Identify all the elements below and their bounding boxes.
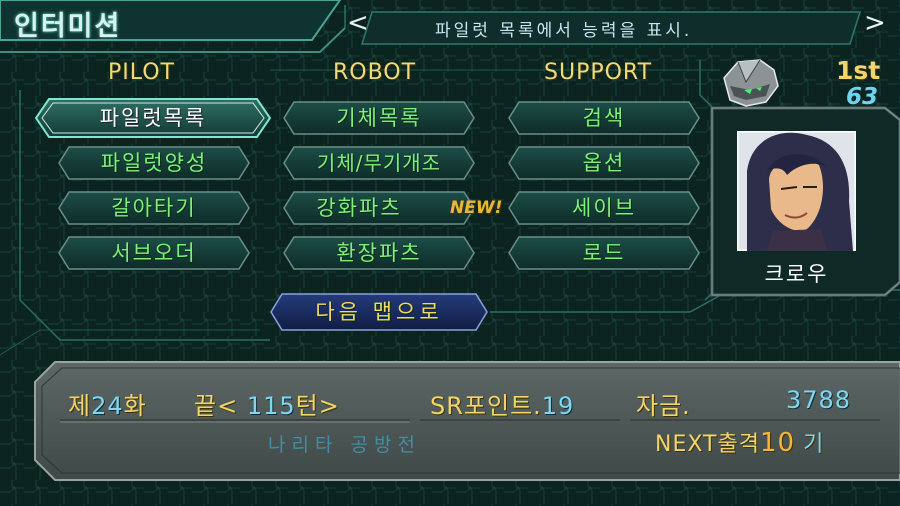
money-label: 자금. xyxy=(636,392,691,420)
episode-number: 24 xyxy=(91,392,124,420)
turn-limit-info: 끝< 115턴> xyxy=(194,386,340,421)
menu-save-button[interactable]: 세이브 xyxy=(508,191,700,225)
column-header-robot: ROBOT xyxy=(333,60,417,85)
menu-enhance-parts-button[interactable]: 강화파츠 xyxy=(283,191,475,225)
menu-swap-parts-label: 환장파츠 xyxy=(336,241,422,265)
menu-robot-upgrade-label: 기체/무기개조 xyxy=(316,151,442,175)
rank-label: 1st xyxy=(836,56,881,85)
sr-points-info: SR포인트.19 xyxy=(430,386,574,421)
next-sortie-label: NEXT출격 xyxy=(655,432,760,457)
menu-transfer-label: 갈아타기 xyxy=(111,196,197,220)
menu-pilot-training-label: 파일럿양성 xyxy=(100,151,208,175)
nav-prev-arrow[interactable]: < xyxy=(347,9,369,37)
menu-robot-list-label: 기체목록 xyxy=(336,106,422,130)
menu-load-button[interactable]: 로드 xyxy=(508,236,700,270)
menu-swap-parts-button[interactable]: 환장파츠 xyxy=(283,236,475,270)
menu-pilot-list-button[interactable]: 파일럿목록 xyxy=(35,98,271,138)
menu-sub-order-button[interactable]: 서브오더 xyxy=(58,236,250,270)
menu-robot-list-button[interactable]: 기체목록 xyxy=(283,101,475,135)
menu-sub-order-label: 서브오더 xyxy=(111,241,197,265)
pilot-portrait xyxy=(737,131,856,251)
turn-limit-number: 115 xyxy=(246,392,296,420)
menu-save-label: 세이브 xyxy=(572,196,636,220)
sr-points-value: 19 xyxy=(541,392,575,420)
nav-next-arrow[interactable]: > xyxy=(864,9,886,37)
robot-head-icon xyxy=(723,59,779,107)
next-sortie-count: 10 xyxy=(759,428,796,458)
money-info: 3788 xyxy=(786,386,851,414)
menu-options-button[interactable]: 옵션 xyxy=(508,146,700,180)
column-header-support: SUPPORT xyxy=(544,60,653,85)
money-value: 3788 xyxy=(786,386,852,414)
turn-limit-suffix: 턴> xyxy=(295,392,340,420)
new-badge: NEW! xyxy=(450,198,503,218)
menu-robot-upgrade-button[interactable]: 기체/무기개조 xyxy=(283,146,475,180)
menu-enhance-parts-label: 강화파츠 xyxy=(316,196,402,220)
episode-info: 제24화 xyxy=(68,386,147,421)
next-map-button[interactable]: 다음 맵으로 xyxy=(270,293,488,331)
episode-suffix: 화 xyxy=(123,392,147,420)
help-text: 파일럿 목록에서 능력을 표시. xyxy=(435,21,693,41)
next-sortie-info: NEXT출격10 기 xyxy=(655,426,824,458)
menu-pilot-list-label: 파일럿목록 xyxy=(99,106,207,130)
rank-value: 63 xyxy=(846,84,879,110)
turn-limit-prefix: 끝< xyxy=(194,392,239,420)
pilot-name: 크로우 xyxy=(764,262,829,286)
sr-points-label: SR포인트. xyxy=(430,392,542,420)
map-name: 나리타 공방전 xyxy=(268,434,421,456)
next-map-label: 다음 맵으로 xyxy=(315,300,443,324)
screen-title: 인터미션 xyxy=(14,11,122,42)
menu-search-label: 검색 xyxy=(582,106,626,130)
menu-pilot-training-button[interactable]: 파일럿양성 xyxy=(58,146,250,180)
menu-load-label: 로드 xyxy=(582,241,626,265)
column-header-pilot: PILOT xyxy=(108,60,175,85)
episode-prefix: 제 xyxy=(68,392,92,420)
menu-options-label: 옵션 xyxy=(582,151,626,175)
menu-transfer-button[interactable]: 갈아타기 xyxy=(58,191,250,225)
menu-search-button[interactable]: 검색 xyxy=(508,101,700,135)
next-sortie-unit: 기 xyxy=(803,432,825,457)
